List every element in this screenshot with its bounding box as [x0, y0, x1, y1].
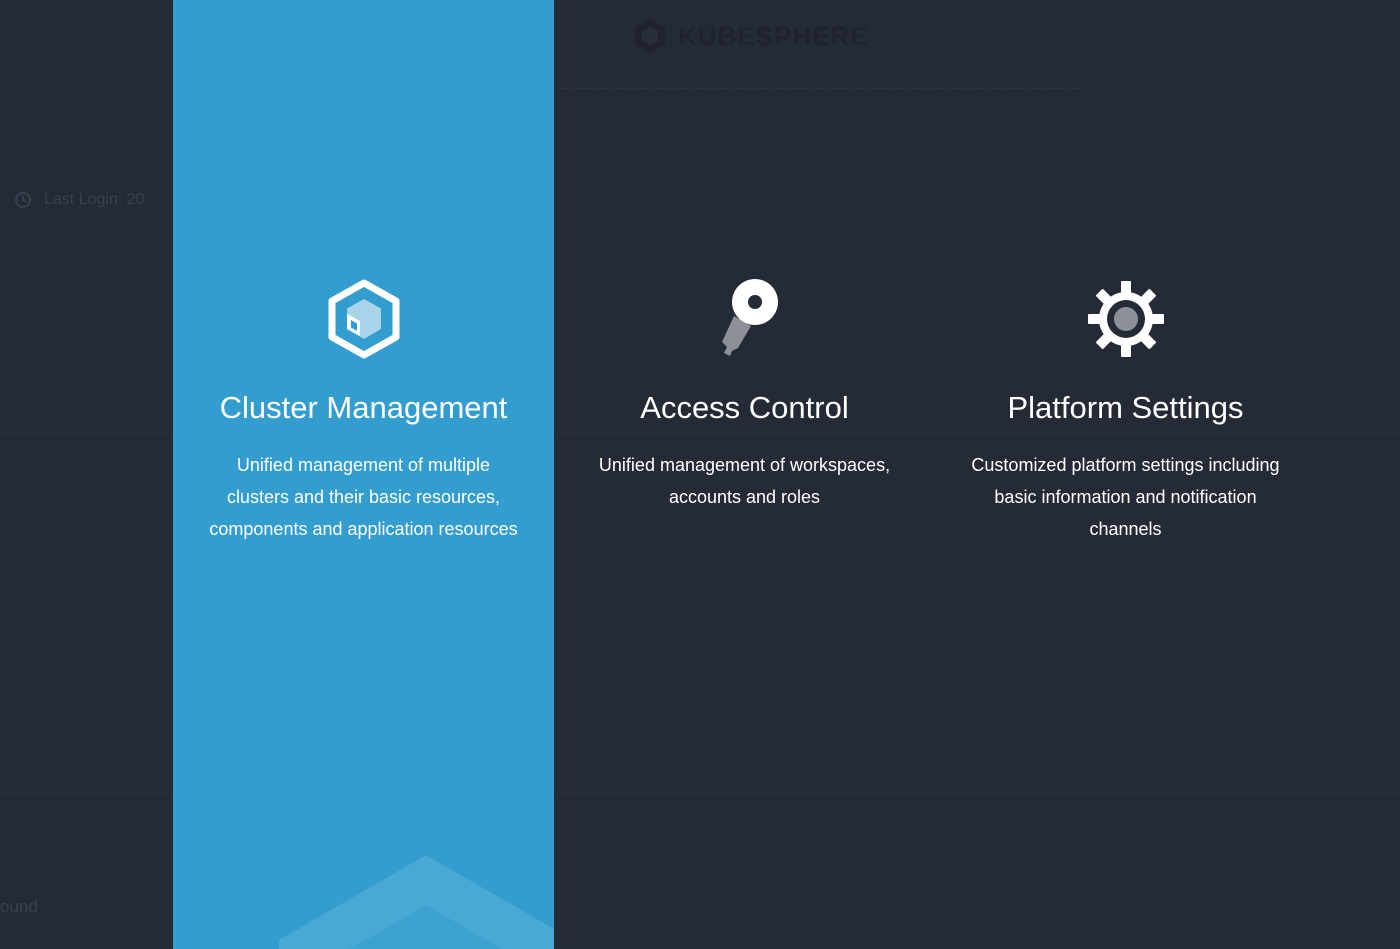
- cluster-hexagon-icon: [328, 279, 399, 359]
- card-title: Platform Settings: [1007, 390, 1244, 425]
- clock-icon: [15, 192, 31, 208]
- background-footer-text: ound: [0, 897, 38, 916]
- last-login-label: Last Login: 20: [44, 191, 145, 208]
- last-login-info: Last Login: 20: [14, 191, 145, 209]
- decorative-hexagon: [279, 855, 554, 949]
- card-description: Unified management of multiple clusters …: [209, 455, 518, 539]
- card-title: Access Control: [640, 390, 849, 425]
- platform-menu-overlay: KUBESPHERE Last Login: 20 ound Cluster M…: [0, 0, 1400, 949]
- card-description: Customized platform settings including b…: [971, 455, 1280, 539]
- platform-settings-card[interactable]: Platform Settings Customized platform se…: [935, 0, 1316, 949]
- gear-icon: [1087, 281, 1164, 357]
- key-icon: [721, 279, 778, 356]
- card-description: Unified management of workspaces, accoun…: [598, 455, 891, 507]
- access-control-card[interactable]: Access Control Unified management of wor…: [554, 0, 935, 949]
- card-title: Cluster Management: [219, 390, 508, 425]
- cluster-management-card[interactable]: Cluster Management Unified management of…: [173, 0, 554, 949]
